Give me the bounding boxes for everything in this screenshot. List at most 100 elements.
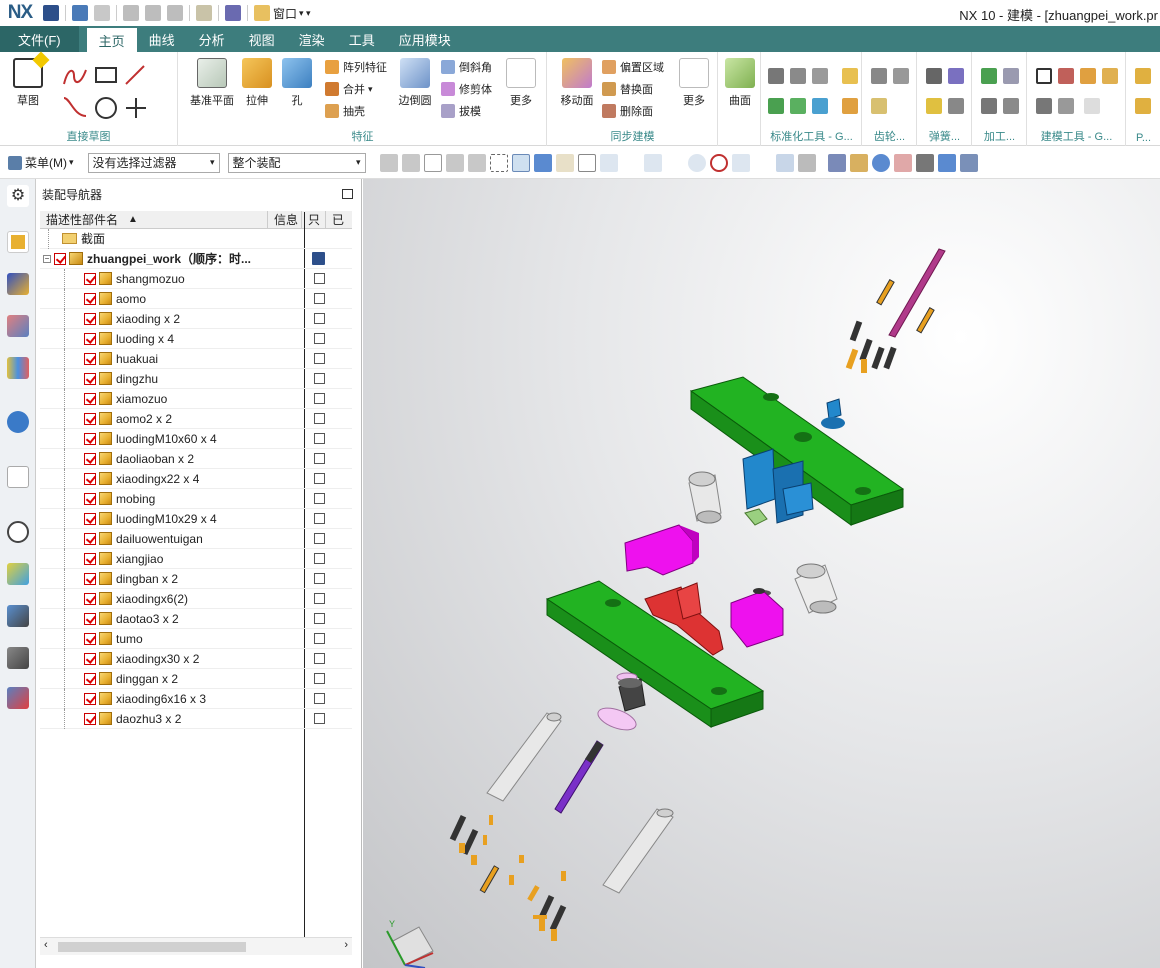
component-row[interactable]: shangmozuo xyxy=(40,268,352,289)
reuse-library-icon[interactable] xyxy=(7,357,29,379)
guide-bushing-lower[interactable] xyxy=(794,563,838,614)
load-status-checkbox[interactable] xyxy=(314,593,325,604)
standard-tool-icon-5[interactable] xyxy=(768,98,784,114)
zoom-icon[interactable] xyxy=(849,153,868,172)
copy-icon[interactable] xyxy=(145,5,161,21)
top-pins[interactable] xyxy=(845,279,935,373)
cube-view-icon[interactable] xyxy=(937,153,956,172)
hole-button[interactable]: 孔 xyxy=(277,58,317,108)
unite-button[interactable]: 合并 ▾ xyxy=(325,81,373,97)
save-icon[interactable] xyxy=(43,5,59,21)
load-status-checkbox[interactable] xyxy=(314,513,325,524)
constraint-navigator-icon[interactable] xyxy=(7,273,29,295)
curve-snap-icon[interactable] xyxy=(643,153,662,172)
perpendicular-icon[interactable] xyxy=(665,153,684,172)
move-face-button[interactable]: 移动面 xyxy=(554,58,600,108)
component-visibility-checkbox[interactable] xyxy=(84,612,96,625)
redo-icon[interactable] xyxy=(94,5,110,21)
hd3d-tools-icon[interactable] xyxy=(7,411,29,433)
load-status-checkbox[interactable] xyxy=(314,573,325,584)
render-style-icon[interactable] xyxy=(893,153,912,172)
machining-tool-icon-4[interactable] xyxy=(1003,98,1019,114)
component-row[interactable]: xiangjiao xyxy=(40,548,352,569)
column-only[interactable]: 只 xyxy=(302,211,326,228)
load-status-checkbox[interactable] xyxy=(314,533,325,544)
more-view-icon[interactable] xyxy=(959,153,978,172)
guide-pillar-left[interactable] xyxy=(486,712,562,802)
extrude-button[interactable]: 拉伸 xyxy=(237,58,277,108)
component-row[interactable]: mobing xyxy=(40,488,352,509)
roles-icon[interactable] xyxy=(7,687,29,709)
offset-region-button[interactable]: 偏置区域 xyxy=(602,59,664,75)
component-row[interactable]: daozhu3 x 2 xyxy=(40,708,352,729)
component-visibility-checkbox[interactable] xyxy=(84,692,96,705)
component-row[interactable]: luodingM10x60 x 4 xyxy=(40,428,352,449)
component-row[interactable]: luodingM10x29 x 4 xyxy=(40,508,352,529)
trim-body-button[interactable]: 修剪体 xyxy=(441,81,492,97)
endpoint-icon[interactable] xyxy=(599,153,618,172)
load-status-checkbox[interactable] xyxy=(314,493,325,504)
rectangle-select-icon[interactable] xyxy=(489,153,508,172)
snap-icon-2[interactable] xyxy=(401,153,420,172)
line-snap-icon-2[interactable] xyxy=(753,153,772,172)
load-status-checkbox[interactable] xyxy=(314,313,325,324)
horizontal-scrollbar[interactable]: ‹ › xyxy=(40,937,352,955)
guide-pillar-right[interactable] xyxy=(602,808,674,894)
process-studio-icon[interactable] xyxy=(7,605,29,627)
component-visibility-checkbox[interactable] xyxy=(84,332,96,345)
modeling-tool-icon-7[interactable] xyxy=(1084,98,1100,114)
component-row[interactable]: luoding x 4 xyxy=(40,328,352,349)
standard-tool-icon-8[interactable] xyxy=(842,98,858,114)
assembly-navigator-icon[interactable] xyxy=(7,231,29,253)
history-clock-icon[interactable] xyxy=(7,521,29,543)
plus-snap-icon[interactable] xyxy=(731,153,750,172)
magenta-punch-left[interactable] xyxy=(624,524,699,576)
select-box-icon[interactable] xyxy=(423,153,442,172)
window-menu-button[interactable]: 窗口 ▾ ▾ xyxy=(251,5,311,22)
web-browser-icon[interactable] xyxy=(7,466,29,488)
machining-tool-icon-1[interactable] xyxy=(981,68,997,84)
component-visibility-checkbox[interactable] xyxy=(84,712,96,725)
edge-blend-button[interactable]: 边倒圆 xyxy=(393,58,437,108)
component-visibility-checkbox[interactable] xyxy=(84,372,96,385)
column-name[interactable]: 描述性部件名 ▲ xyxy=(40,211,268,228)
machining-tool-icon-3[interactable] xyxy=(981,98,997,114)
load-status-checkbox[interactable] xyxy=(314,673,325,684)
component-row[interactable]: xiaodingx30 x 2 xyxy=(40,648,352,669)
component-visibility-checkbox[interactable] xyxy=(84,432,96,445)
graphics-viewport[interactable]: Y xyxy=(363,179,1160,968)
magenta-punch-right[interactable] xyxy=(730,590,784,648)
spring-tool-icon-2[interactable] xyxy=(948,68,964,84)
sketch-button[interactable]: 草图 xyxy=(5,51,51,108)
grid-icon[interactable] xyxy=(797,153,816,172)
component-row[interactable]: xiaodingx22 x 4 xyxy=(40,468,352,489)
view-icon-1[interactable] xyxy=(511,153,530,172)
standard-tool-icon-6[interactable] xyxy=(790,98,806,114)
tab-analysis[interactable]: 分析 xyxy=(187,26,237,52)
load-status-checkbox[interactable] xyxy=(314,653,325,664)
view-icon-2[interactable] xyxy=(533,153,552,172)
undo-icon[interactable] xyxy=(72,5,88,21)
component-row[interactable]: dailuowentuigan xyxy=(40,528,352,549)
line-snap-icon[interactable] xyxy=(577,153,596,172)
component-visibility-checkbox[interactable] xyxy=(84,352,96,365)
component-visibility-checkbox[interactable] xyxy=(84,492,96,505)
surface-button[interactable]: 曲面 xyxy=(719,58,761,108)
column-info[interactable]: 信息 xyxy=(268,211,302,228)
snap-icon-1[interactable] xyxy=(379,153,398,172)
tab-view[interactable]: 视图 xyxy=(237,26,287,52)
fit-icon[interactable] xyxy=(827,153,846,172)
collapse-icon[interactable]: − xyxy=(43,254,51,263)
modeling-tool-icon-5[interactable] xyxy=(1036,98,1052,114)
modeling-tool-icon-3[interactable] xyxy=(1080,68,1096,84)
gear-tool-icon-2[interactable] xyxy=(893,68,909,84)
tab-applications[interactable]: 应用模块 xyxy=(387,26,463,52)
root-assembly-row[interactable]: − zhuangpei_work（顺序：时... xyxy=(40,249,352,269)
guide-bushing-upper[interactable] xyxy=(688,471,722,524)
component-row[interactable]: dinggan x 2 xyxy=(40,668,352,689)
ejector-rod[interactable] xyxy=(888,248,946,338)
draft-button[interactable]: 拔模 xyxy=(441,103,481,119)
component-row[interactable]: xiaodingx6(2) xyxy=(40,588,352,609)
chamfer-button[interactable]: 倒斜角 xyxy=(441,59,492,75)
tangent-icon[interactable] xyxy=(621,153,640,172)
